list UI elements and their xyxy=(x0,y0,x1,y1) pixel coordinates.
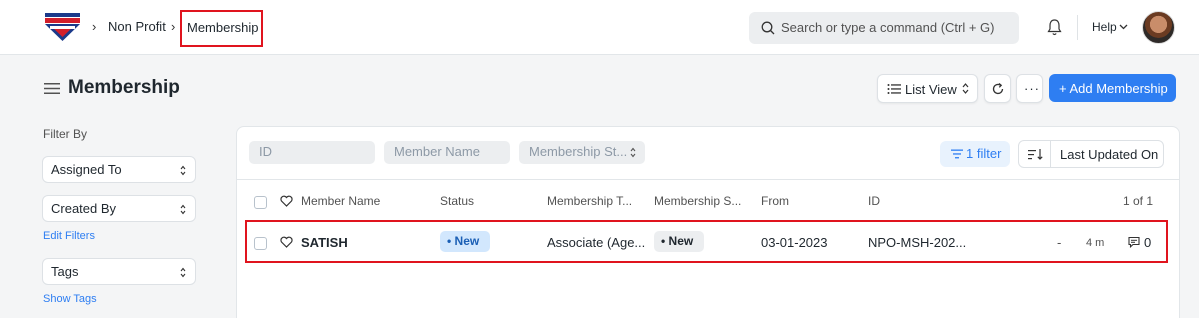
membership-type-cell: Associate (Age... xyxy=(547,235,646,250)
assignee-cell: - xyxy=(1057,235,1062,250)
list-icon xyxy=(887,84,901,94)
more-label: ··· xyxy=(1024,81,1040,96)
sort-icon[interactable] xyxy=(1028,148,1043,161)
select-arrows-icon xyxy=(630,147,636,158)
id-filter-input[interactable]: ID xyxy=(249,141,375,164)
filter-button[interactable]: 1 filter xyxy=(940,141,1010,167)
created-by-label: Created By xyxy=(51,201,117,216)
column-header-status[interactable]: Status xyxy=(440,194,474,208)
id-cell: NPO-MSH-202... xyxy=(868,235,967,250)
tags-select[interactable]: Tags xyxy=(42,258,196,285)
from-date-cell: 03-01-2023 xyxy=(761,235,828,250)
member-name-link[interactable]: SATISH xyxy=(301,235,348,250)
search-input[interactable]: Search or type a command (Ctrl + G) xyxy=(749,12,1019,44)
add-membership-button[interactable]: + Add Membership xyxy=(1049,74,1176,102)
membership-status-badge-label: New xyxy=(668,234,694,248)
column-header-id[interactable]: ID xyxy=(868,194,880,208)
created-by-select[interactable]: Created By xyxy=(42,195,196,222)
avatar[interactable] xyxy=(1142,11,1175,44)
breadcrumb-separator: › xyxy=(92,19,97,34)
more-actions-button[interactable]: ··· xyxy=(1016,74,1043,103)
assigned-to-select[interactable]: Assigned To xyxy=(42,156,196,183)
column-header-from[interactable]: From xyxy=(761,194,789,208)
search-icon xyxy=(761,21,775,35)
filter-count-label: 1 filter xyxy=(966,146,1002,161)
edit-filters-link[interactable]: Edit Filters xyxy=(43,230,95,242)
list-view-label: List View xyxy=(905,82,957,97)
member-name-filter-input[interactable]: Member Name xyxy=(384,141,510,164)
navbar-divider xyxy=(1077,15,1078,40)
breadcrumb-non-profit[interactable]: Non Profit xyxy=(108,19,166,34)
select-arrows-icon xyxy=(180,267,186,278)
sort-control[interactable]: Last Updated On xyxy=(1018,140,1164,168)
membership-status-placeholder: Membership St... xyxy=(529,144,628,159)
sort-field-label[interactable]: Last Updated On xyxy=(1060,147,1158,162)
row-checkbox[interactable] xyxy=(254,237,267,250)
list-view-button[interactable]: List View xyxy=(877,74,978,103)
comment-count: 0 xyxy=(1144,235,1152,250)
modified-time: 4 m xyxy=(1086,237,1105,249)
heart-icon[interactable] xyxy=(280,195,293,207)
sort-divider xyxy=(1050,141,1051,167)
breadcrumb-membership[interactable]: Membership xyxy=(180,10,263,47)
select-arrows-icon xyxy=(962,83,969,94)
filter-by-label: Filter By xyxy=(43,127,88,141)
membership-status-badge[interactable]: • New xyxy=(654,231,704,252)
hamburger-icon[interactable] xyxy=(44,82,60,95)
search-placeholder: Search or type a command (Ctrl + G) xyxy=(781,20,995,35)
filter-divider xyxy=(237,179,1179,180)
membership-status-filter-select[interactable]: Membership St... xyxy=(519,141,645,164)
show-tags-link[interactable]: Show Tags xyxy=(43,293,97,305)
filter-icon xyxy=(951,149,963,159)
refresh-button[interactable] xyxy=(984,74,1011,103)
table-row[interactable] xyxy=(245,220,1168,263)
column-header-membership-status[interactable]: Membership S... xyxy=(654,194,741,208)
column-header-membership-type[interactable]: Membership T... xyxy=(547,194,632,208)
bell-icon[interactable] xyxy=(1046,18,1063,36)
assigned-to-label: Assigned To xyxy=(51,162,122,177)
result-count: 1 of 1 xyxy=(1123,194,1154,208)
select-arrows-icon xyxy=(180,165,186,176)
select-all-checkbox[interactable] xyxy=(254,196,267,209)
breadcrumb-separator: › xyxy=(171,19,176,34)
status-badge-label: New xyxy=(454,234,480,248)
help-menu[interactable]: Help xyxy=(1092,20,1117,34)
status-badge[interactable]: • New xyxy=(440,231,490,252)
navbar: › Non Profit › Membership Search or type… xyxy=(0,0,1199,55)
chevron-down-icon[interactable] xyxy=(1119,24,1128,30)
refresh-icon xyxy=(992,82,1004,95)
page-title: Membership xyxy=(68,77,180,98)
heart-icon[interactable] xyxy=(280,236,293,248)
comment-icon[interactable] xyxy=(1128,236,1140,248)
tags-label: Tags xyxy=(51,264,79,279)
select-arrows-icon xyxy=(180,204,186,215)
column-header-member-name[interactable]: Member Name xyxy=(301,194,380,208)
app-logo-icon[interactable] xyxy=(45,13,80,41)
